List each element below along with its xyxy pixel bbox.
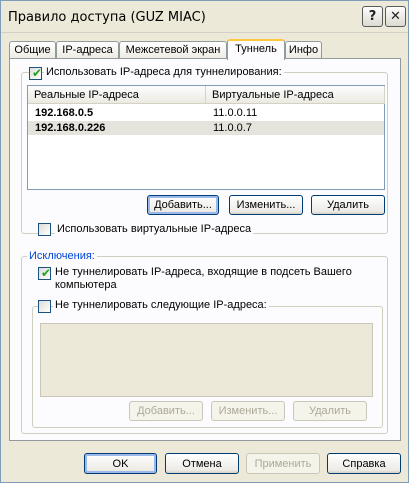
column-header-virtual[interactable]: Виртуальные IP-адреса	[206, 86, 385, 104]
exclusions-legend: Исключения:	[27, 250, 97, 262]
button-label: Изменить...	[218, 405, 278, 417]
help-dialog-button[interactable]: Справка	[327, 453, 401, 474]
tunnel-address-list[interactable]: Реальные IP-адреса Виртуальные IP-адреса…	[27, 85, 385, 190]
button-label: Удалить	[309, 405, 351, 417]
tab-general[interactable]: Общие	[9, 41, 56, 59]
tab-label: IP-адреса	[62, 44, 113, 56]
checkmark-icon: ✔	[32, 66, 43, 80]
column-label: Реальные IP-адреса	[34, 89, 139, 101]
exclusions-add-button: Добавить...	[129, 401, 203, 421]
table-row[interactable]: 192.168.0.226 11.0.0.7	[28, 121, 384, 135]
tab-label: Межсетевой экран	[125, 44, 221, 56]
use-virtual-ip-label: Использовать виртуальные IP-адреса	[55, 223, 254, 235]
tab-label: Туннель	[235, 43, 277, 55]
button-label: Справка	[342, 457, 386, 470]
tab-panel-tunnel: ✔ Использовать IP-адреса для туннелирова…	[9, 58, 401, 441]
button-label: Удалить	[327, 199, 369, 211]
exclusions-delete-button: Удалить	[293, 401, 367, 421]
list-header: Реальные IP-адреса Виртуальные IP-адреса	[28, 86, 385, 104]
button-label: Применить	[254, 457, 312, 470]
tunnel-delete-button[interactable]: Удалить	[311, 195, 385, 215]
tab-ip-addresses[interactable]: IP-адреса	[56, 41, 119, 59]
table-row[interactable]: 192.168.0.5 11.0.0.11	[28, 106, 384, 120]
dialog-window: Правило доступа (GUZ MIAC) ? ✕ Общие IP-…	[0, 0, 409, 483]
cell-real-ip: 192.168.0.5	[35, 107, 94, 119]
window-title: Правило доступа (GUZ MIAC)	[8, 10, 206, 25]
excluded-address-list	[40, 323, 373, 397]
tab-label: Общие	[14, 44, 51, 56]
cancel-button[interactable]: Отмена	[165, 453, 239, 474]
button-label: Добавить...	[154, 199, 212, 211]
button-label: Добавить...	[137, 405, 195, 417]
tunnel-add-button[interactable]: Добавить...	[147, 195, 219, 215]
checkmark-icon: ✔	[41, 266, 52, 280]
cell-virtual-ip: 11.0.0.11	[213, 107, 258, 119]
cell-real-ip: 192.168.0.226	[35, 122, 106, 134]
tab-label: Инфо	[288, 44, 319, 56]
button-label: OK	[112, 457, 129, 470]
tab-tunnel[interactable]: Туннель	[227, 39, 285, 60]
no-tunnel-following-label: Не туннелировать следующие IP-адреса:	[53, 299, 269, 311]
no-tunnel-following-checkbox[interactable]	[38, 300, 51, 313]
close-button[interactable]: ✕	[385, 6, 406, 27]
button-label: Изменить...	[236, 199, 296, 211]
use-tunnel-checkbox[interactable]: ✔	[29, 66, 43, 80]
column-header-real[interactable]: Реальные IP-адреса	[28, 86, 206, 104]
use-tunnel-label: Использовать IP-адреса для туннелировани…	[44, 66, 284, 78]
use-virtual-ip-checkbox[interactable]	[38, 223, 51, 236]
help-icon: ?	[368, 9, 377, 24]
tab-info[interactable]: Инфо	[285, 41, 322, 59]
exclusions-edit-button: Изменить...	[211, 401, 285, 421]
no-tunnel-subnet-checkbox[interactable]: ✔	[38, 266, 52, 280]
no-tunnel-subnet-label-line2: компьютера	[55, 279, 117, 291]
help-button[interactable]: ?	[362, 6, 383, 27]
close-icon: ✕	[390, 9, 401, 24]
title-bar[interactable]: Правило доступа (GUZ MIAC) ? ✕	[1, 1, 408, 33]
column-label: Виртуальные IP-адреса	[212, 89, 334, 101]
apply-button: Применить	[246, 453, 320, 474]
tunnel-edit-button[interactable]: Изменить...	[229, 195, 303, 215]
cell-virtual-ip: 11.0.0.7	[213, 122, 252, 134]
ok-button[interactable]: OK	[84, 453, 157, 474]
no-tunnel-subnet-label: Не туннелировать IP-адреса, входящие в п…	[55, 266, 352, 278]
tab-firewall[interactable]: Межсетевой экран	[119, 41, 227, 59]
button-label: Отмена	[182, 457, 222, 470]
